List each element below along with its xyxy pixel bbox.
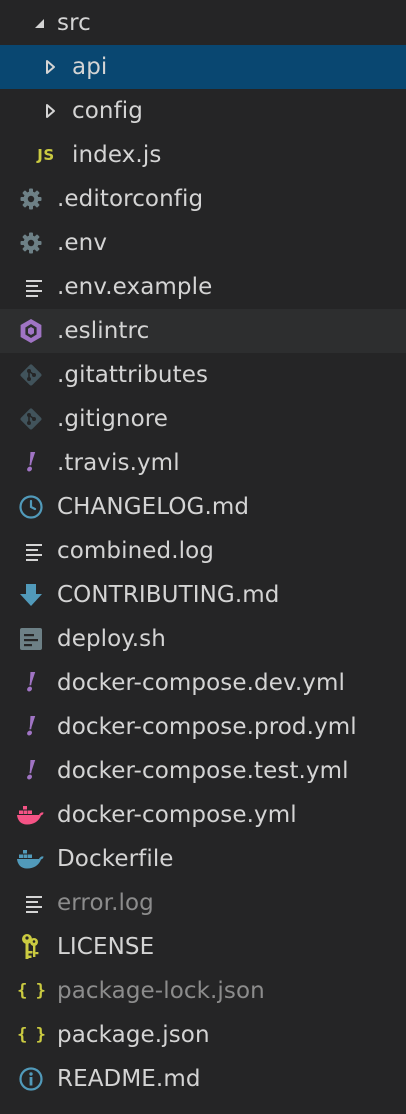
tree-item-package-json[interactable]: { } package.json — [0, 1013, 406, 1057]
yaml-icon: ! — [25, 756, 37, 786]
tree-item-dockerfile[interactable]: Dockerfile — [0, 837, 406, 881]
key-icon — [18, 934, 44, 960]
tree-item-label: deploy.sh — [57, 626, 166, 652]
tree-item-api-folder[interactable]: api — [0, 45, 406, 89]
tree-item-combined-log[interactable]: combined.log — [0, 529, 406, 573]
yaml-icon: ! — [25, 668, 37, 698]
arrow-down-icon — [18, 582, 44, 608]
gear-icon — [18, 230, 44, 256]
file-explorer-tree: src api config JS index.js .editorconfig… — [0, 0, 406, 1114]
tree-item-docker-compose-test[interactable]: ! docker-compose.test.yml — [0, 749, 406, 793]
chevron-right-icon[interactable] — [37, 98, 63, 124]
tree-item-label: index.js — [72, 142, 162, 168]
tree-item-label: README.md — [57, 1066, 201, 1092]
tree-item-label: src — [57, 10, 91, 36]
tree-item-docker-compose-prod[interactable]: ! docker-compose.prod.yml — [0, 705, 406, 749]
tree-item-eslintrc[interactable]: .eslintrc — [0, 309, 406, 353]
tree-item-label: .travis.yml — [57, 450, 180, 476]
tree-item-label: .env.example — [57, 274, 213, 300]
chevron-down-icon[interactable] — [26, 10, 52, 36]
docker-icon — [16, 802, 46, 828]
yaml-icon: ! — [25, 448, 37, 478]
tree-item-changelog[interactable]: CHANGELOG.md — [0, 485, 406, 529]
tree-item-label: .gitattributes — [57, 362, 209, 388]
tree-item-label: docker-compose.prod.yml — [57, 714, 357, 740]
chevron-right-icon[interactable] — [37, 54, 63, 80]
tree-item-gitattributes[interactable]: .gitattributes — [0, 353, 406, 397]
info-icon — [18, 1066, 44, 1092]
tree-item-package-lock-json[interactable]: { } package-lock.json — [0, 969, 406, 1013]
tree-item-index-js[interactable]: JS index.js — [0, 133, 406, 177]
eslint-icon — [18, 318, 44, 344]
lines-icon — [21, 274, 47, 300]
tree-item-label: combined.log — [57, 538, 215, 564]
tree-item-label: LICENSE — [57, 934, 155, 960]
lines-icon — [21, 890, 47, 916]
tree-item-docker-compose-dev[interactable]: ! docker-compose.dev.yml — [0, 661, 406, 705]
tree-item-label: Dockerfile — [57, 846, 174, 872]
tree-item-readme[interactable]: README.md — [0, 1057, 406, 1101]
tree-item-config-folder[interactable]: config — [0, 89, 406, 133]
tree-item-travis-yml[interactable]: ! .travis.yml — [0, 441, 406, 485]
tree-item-src-folder[interactable]: src — [0, 1, 406, 45]
tree-item-label: .editorconfig — [57, 186, 204, 212]
tree-item-contributing[interactable]: CONTRIBUTING.md — [0, 573, 406, 617]
javascript-icon: JS — [37, 146, 55, 164]
gear-icon — [18, 186, 44, 212]
tree-item-editorconfig[interactable]: .editorconfig — [0, 177, 406, 221]
clock-icon — [18, 494, 44, 520]
tree-item-label: config — [72, 98, 143, 124]
tree-item-label: package.json — [57, 1022, 210, 1048]
tree-item-license[interactable]: LICENSE — [0, 925, 406, 969]
tree-item-label: docker-compose.yml — [57, 802, 297, 828]
json-icon: { } — [17, 981, 46, 1001]
tree-item-label: CONTRIBUTING.md — [57, 582, 280, 608]
git-icon — [18, 362, 44, 388]
lines-icon — [21, 538, 47, 564]
tree-item-label: docker-compose.test.yml — [57, 758, 349, 784]
tree-item-env-example[interactable]: .env.example — [0, 265, 406, 309]
tree-item-label: error.log — [57, 890, 154, 916]
tree-item-env[interactable]: .env — [0, 221, 406, 265]
tree-item-docker-compose-yml[interactable]: docker-compose.yml — [0, 793, 406, 837]
tree-item-label: .gitignore — [57, 406, 169, 432]
tree-item-error-log[interactable]: error.log — [0, 881, 406, 925]
tree-item-gitignore[interactable]: .gitignore — [0, 397, 406, 441]
tree-item-deploy-sh[interactable]: deploy.sh — [0, 617, 406, 661]
tree-item-label: docker-compose.dev.yml — [57, 670, 345, 696]
tree-item-label: .eslintrc — [57, 318, 150, 344]
git-icon — [18, 406, 44, 432]
yaml-icon: ! — [25, 712, 37, 742]
tree-item-label: .env — [57, 230, 108, 256]
shell-icon — [18, 626, 44, 652]
docker-icon — [16, 846, 46, 872]
json-icon: { } — [17, 1025, 46, 1045]
tree-item-label: package-lock.json — [57, 978, 265, 1004]
tree-item-label: CHANGELOG.md — [57, 494, 250, 520]
tree-item-label: api — [72, 54, 108, 80]
